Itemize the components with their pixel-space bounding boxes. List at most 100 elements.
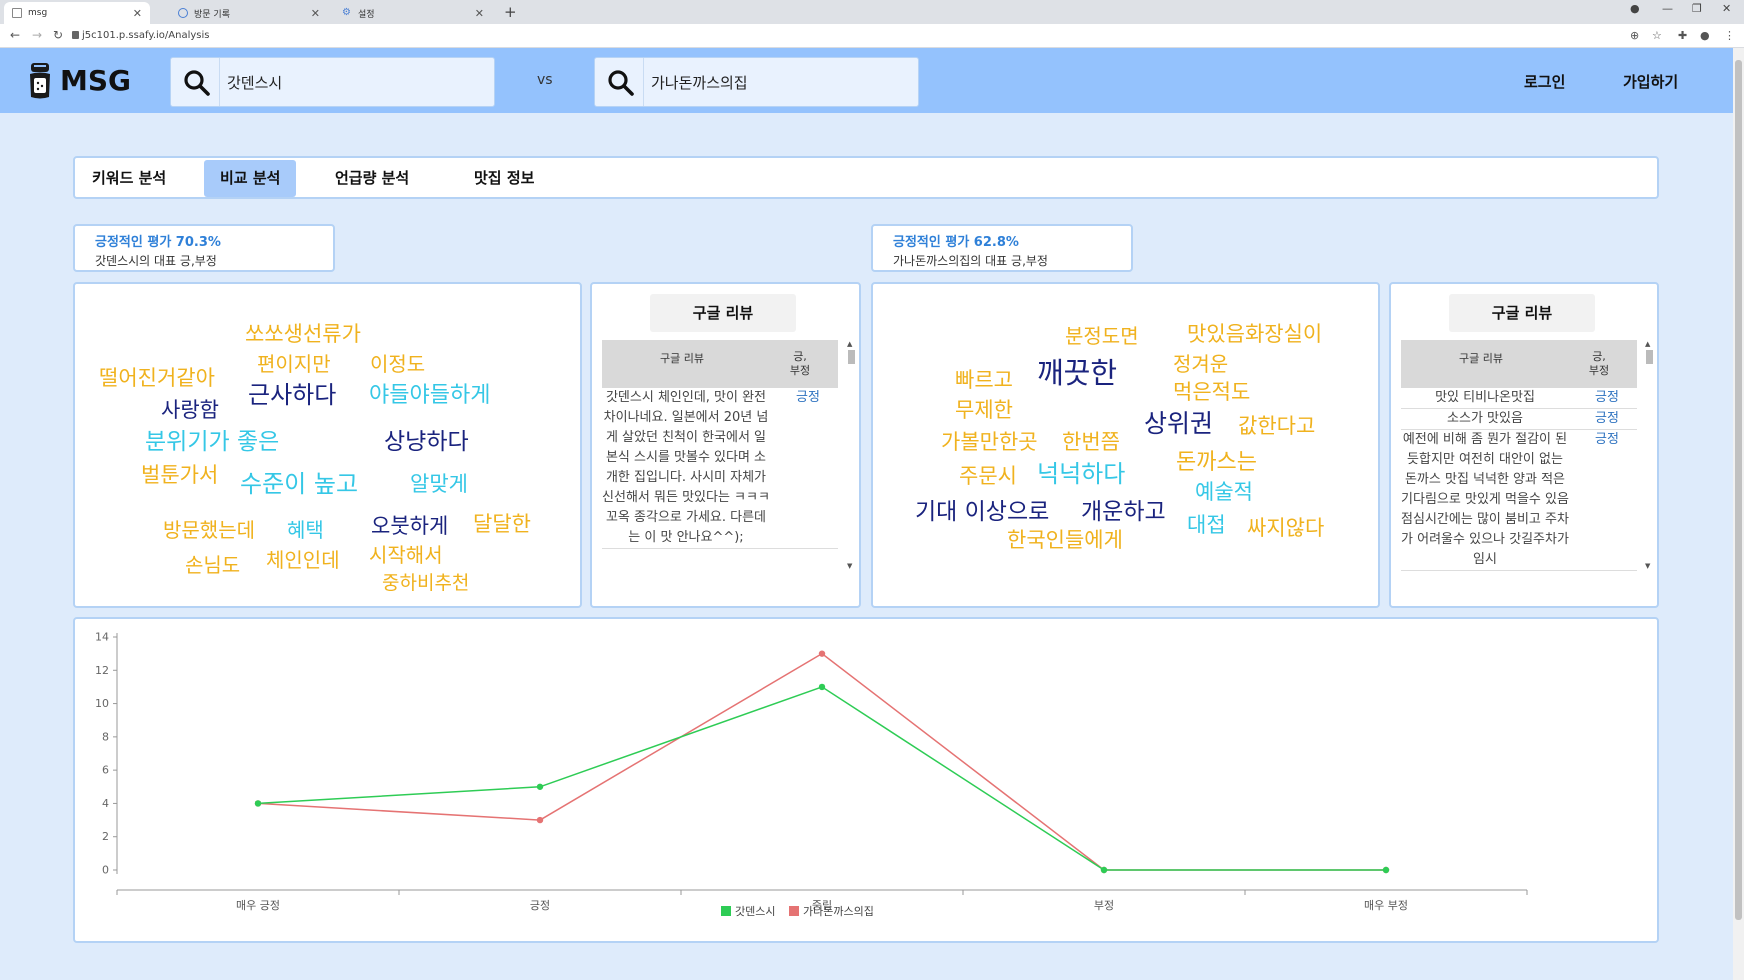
x-tick-label: 부정: [1094, 899, 1114, 912]
cloud-word: 개운하고: [1081, 499, 1166, 525]
review-table: 구글 리뷰 긍, 부정 갓덴스시 체인인데, 맛이 완전 차이나네요. 일본에서…: [602, 340, 838, 549]
browser-tab-settings[interactable]: ⚙ 설정 ✕: [334, 2, 492, 24]
tab-restaurant-info[interactable]: 맛집 정보: [458, 160, 550, 197]
cloud-word: 정겨운: [1173, 352, 1229, 376]
x-tick-label: 긍정: [530, 899, 550, 912]
google-review-button[interactable]: 구글 리뷰: [650, 294, 796, 332]
signup-link[interactable]: 가입하기: [1623, 71, 1678, 92]
restore-icon[interactable]: ❐: [1692, 2, 1702, 15]
column-header-sentiment: 긍, 부정: [789, 350, 811, 377]
y-tick-label: 10: [95, 697, 109, 710]
scroll-down-icon[interactable]: ▼: [847, 562, 852, 570]
right-sentiment-card: 긍정적인 평가 62.8% 가나돈까스의집의 대표 긍,부정: [871, 224, 1133, 272]
google-review-button[interactable]: 구글 리뷰: [1449, 294, 1595, 332]
y-tick-label: 2: [102, 830, 109, 843]
back-icon[interactable]: ←: [10, 28, 20, 42]
review-table-header: 구글 리뷰 긍, 부정: [1401, 340, 1637, 388]
cloud-word: 한번쯤: [1062, 430, 1120, 454]
scroll-thumb[interactable]: [848, 350, 855, 364]
cloud-word: 쏘쏘생선류가: [245, 322, 361, 346]
gear-icon: ⚙: [342, 7, 351, 18]
table-row: 맛있 티비나온맛집 긍정: [1401, 388, 1637, 409]
cloud-word: 가볼만한곳: [941, 430, 1038, 454]
review-scrollbar[interactable]: ▲ ▼: [1645, 340, 1653, 570]
y-tick-label: 6: [102, 764, 109, 777]
salt-shaker-logo-icon: [30, 63, 50, 99]
sentiment-title: 긍정적인 평가 70.3%: [95, 235, 221, 250]
cloud-word: 싸지않다: [1247, 516, 1325, 540]
forward-icon[interactable]: →: [32, 28, 42, 42]
page-scroll-thumb[interactable]: [1735, 60, 1742, 920]
cloud-word: 벌툰가서: [141, 463, 219, 487]
login-link[interactable]: 로그인: [1524, 71, 1565, 92]
sentiment-label: 긍정: [1595, 411, 1619, 426]
data-point: [536, 816, 544, 824]
y-tick-label: 4: [102, 797, 109, 810]
left-word-cloud: 쏘쏘생선류가 떨어진거같아 편이지만 이정도 근사하다 야들야들하게 사랑함 분…: [73, 282, 582, 608]
sentiment-label: 긍정: [1595, 390, 1619, 405]
logo-text[interactable]: MSG: [60, 64, 131, 97]
cloud-word: 예술적: [1195, 480, 1253, 504]
scroll-up-icon[interactable]: ▲: [1645, 340, 1650, 348]
cloud-word: 알맞게: [410, 472, 468, 496]
cloud-word: 근사하다: [248, 381, 337, 409]
cloud-word: 넉넉하다: [1037, 460, 1126, 488]
page-icon: [12, 8, 22, 18]
tab-keyword-analysis[interactable]: 키워드 분석: [76, 160, 182, 197]
menu-kebab-icon[interactable]: ⋮: [1724, 29, 1735, 42]
minimize-icon[interactable]: —: [1662, 2, 1673, 15]
browser-tab-history[interactable]: 방문 기록 ✕: [170, 2, 328, 24]
scroll-up-icon[interactable]: ▲: [847, 340, 852, 348]
review-text: 예전에 비해 좀 뭔가 절감이 된듯합지만 여전히 대안이 없는 돈까스 맛집 …: [1401, 432, 1569, 567]
data-point: [254, 800, 262, 807]
profile-icon[interactable]: ●: [1630, 2, 1640, 15]
scroll-thumb[interactable]: [1646, 350, 1653, 364]
y-tick-label: 12: [95, 664, 109, 677]
review-text: 소스가 맛있음: [1447, 411, 1523, 426]
search-icon[interactable]: [607, 69, 635, 97]
review-scrollbar[interactable]: ▲ ▼: [847, 340, 855, 570]
legend-label: 갓덴스시: [735, 905, 775, 918]
data-point: [536, 783, 544, 790]
tab-title: 방문 기록: [194, 9, 230, 20]
review-text: 갓덴스시 체인인데, 맛이 완전 차이나네요. 일본에서 20년 넘게 살았던 …: [602, 390, 770, 545]
cloud-word: 이정도: [370, 352, 426, 376]
sentiment-line-chart-panel: 0 2 4 6 8 10 12 14 매우 긍정 긍정 중립 부정 매우 부정 갓덴스시 가나돈까스의집: [73, 617, 1659, 943]
extensions-icon[interactable]: ✚: [1678, 29, 1687, 42]
table-row: 소스가 맛있음 긍정: [1401, 409, 1637, 430]
close-icon[interactable]: ✕: [475, 7, 484, 20]
search-box-2: [594, 57, 919, 107]
reload-icon[interactable]: ↻: [53, 28, 63, 42]
cloud-word: 사랑함: [161, 398, 219, 422]
cloud-word: 상냥하다: [384, 429, 469, 455]
tab-mention-analysis[interactable]: 언급량 분석: [319, 160, 425, 197]
search-input-2[interactable]: [651, 68, 901, 96]
search-icon[interactable]: [183, 69, 211, 97]
close-window-icon[interactable]: ✕: [1722, 2, 1731, 15]
review-table-header: 구글 리뷰 긍, 부정: [602, 340, 838, 388]
new-tab-button[interactable]: +: [504, 3, 517, 21]
right-word-cloud: 분정도면 맛있음화장실이 빠르고 깨끗한 정겨운 먹은적도 무제한 상위권 가볼…: [871, 282, 1380, 608]
bookmark-star-icon[interactable]: ☆: [1652, 29, 1662, 42]
tab-compare-analysis[interactable]: 비교 분석: [204, 160, 297, 197]
cloud-word: 깨끗한: [1037, 356, 1118, 390]
close-icon[interactable]: ✕: [133, 7, 142, 20]
sentiment-subtitle: 가나돈까스의집의 대표 긍,부정: [893, 254, 1048, 268]
cloud-word: 먹은적도: [1173, 380, 1251, 404]
scroll-down-icon[interactable]: ▼: [1645, 562, 1650, 570]
column-header-sentiment: 긍, 부정: [1588, 350, 1610, 377]
close-icon[interactable]: ✕: [311, 7, 320, 20]
url-field[interactable]: j5c101.p.ssafy.io/Analysis: [82, 30, 209, 41]
app-header: MSG vs 로그인 가입하기: [0, 48, 1733, 113]
data-point: [1100, 866, 1108, 874]
search-input-1[interactable]: [227, 68, 477, 96]
account-icon[interactable]: ●: [1700, 29, 1710, 42]
page-scrollbar[interactable]: [1733, 48, 1744, 980]
left-review-panel: 구글 리뷰 구글 리뷰 긍, 부정 갓덴스시 체인인데, 맛이 완전 차이나네요…: [590, 282, 861, 608]
y-tick-label: 8: [102, 730, 109, 743]
search-divider: [643, 58, 644, 106]
zoom-icon[interactable]: ⊕: [1630, 29, 1639, 42]
cloud-word: 야들야들하게: [369, 383, 491, 408]
y-tick-label: 14: [95, 631, 109, 644]
browser-tab-msg[interactable]: msg ✕: [4, 2, 150, 24]
